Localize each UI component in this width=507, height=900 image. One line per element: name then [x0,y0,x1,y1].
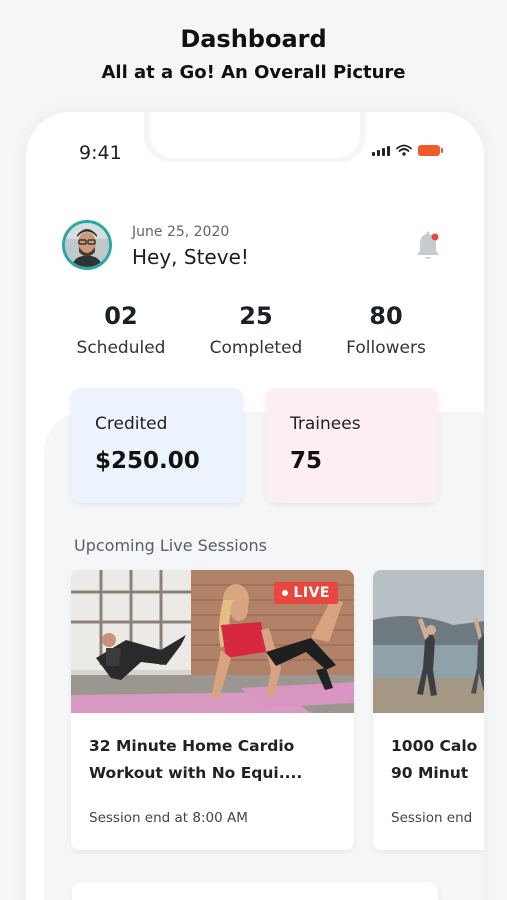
stat-value: 02 [104,302,138,330]
battery-icon [418,145,443,156]
live-badge: LIVE [274,582,338,604]
live-badge-label: LIVE [293,585,330,601]
notification-dot [431,233,439,241]
page-subtitle: All at a Go! An Overall Picture [101,62,406,83]
stat-label: Followers [346,338,426,358]
status-icons [372,144,443,156]
avatar-image [65,223,109,267]
stat-completed[interactable]: 25 Completed [196,302,316,358]
current-date: June 25, 2020 [132,224,230,240]
trainees-label: Trainees [290,414,361,434]
bottom-card [72,882,438,900]
session-card[interactable]: 1000 Calo 90 Minut Session end [373,570,484,850]
avatar[interactable] [62,220,112,270]
stat-label: Scheduled [76,338,166,358]
session-card[interactable]: LIVE 32 Minute Home Cardio Workout with … [71,570,354,850]
section-title: Upcoming Live Sessions [74,536,268,555]
bell-icon[interactable] [414,230,442,262]
session-end-time: Session end [391,810,473,826]
wifi-icon [396,144,412,156]
stat-followers[interactable]: 80 Followers [326,302,446,358]
session-title: 1000 Calo 90 Minut [391,737,478,782]
credited-card[interactable]: Credited $250.00 [71,388,243,503]
session-image [373,570,484,713]
credited-label: Credited [95,414,168,434]
trainees-value: 75 [290,448,323,474]
stat-label: Completed [209,338,303,358]
stat-value: 25 [239,302,273,330]
session-image: LIVE [71,570,354,713]
session-title: 32 Minute Home Cardio Workout with No Eq… [89,737,303,782]
credited-value: $250.00 [95,448,200,474]
stat-scheduled[interactable]: 02 Scheduled [61,302,181,358]
greeting: Hey, Steve! [132,245,249,269]
live-dot-icon [282,590,289,596]
status-time: 9:41 [79,142,122,164]
phone-notch [144,112,366,162]
signal-icon [372,146,390,156]
page-title: Dashboard [180,25,327,53]
session-end-time: Session end at 8:00 AM [89,810,248,826]
trainees-card[interactable]: Trainees 75 [266,388,438,503]
stat-value: 80 [369,302,403,330]
phone-frame: 9:41 June 25, 2020 Hey, Steve! 02 Schedu… [26,112,484,900]
